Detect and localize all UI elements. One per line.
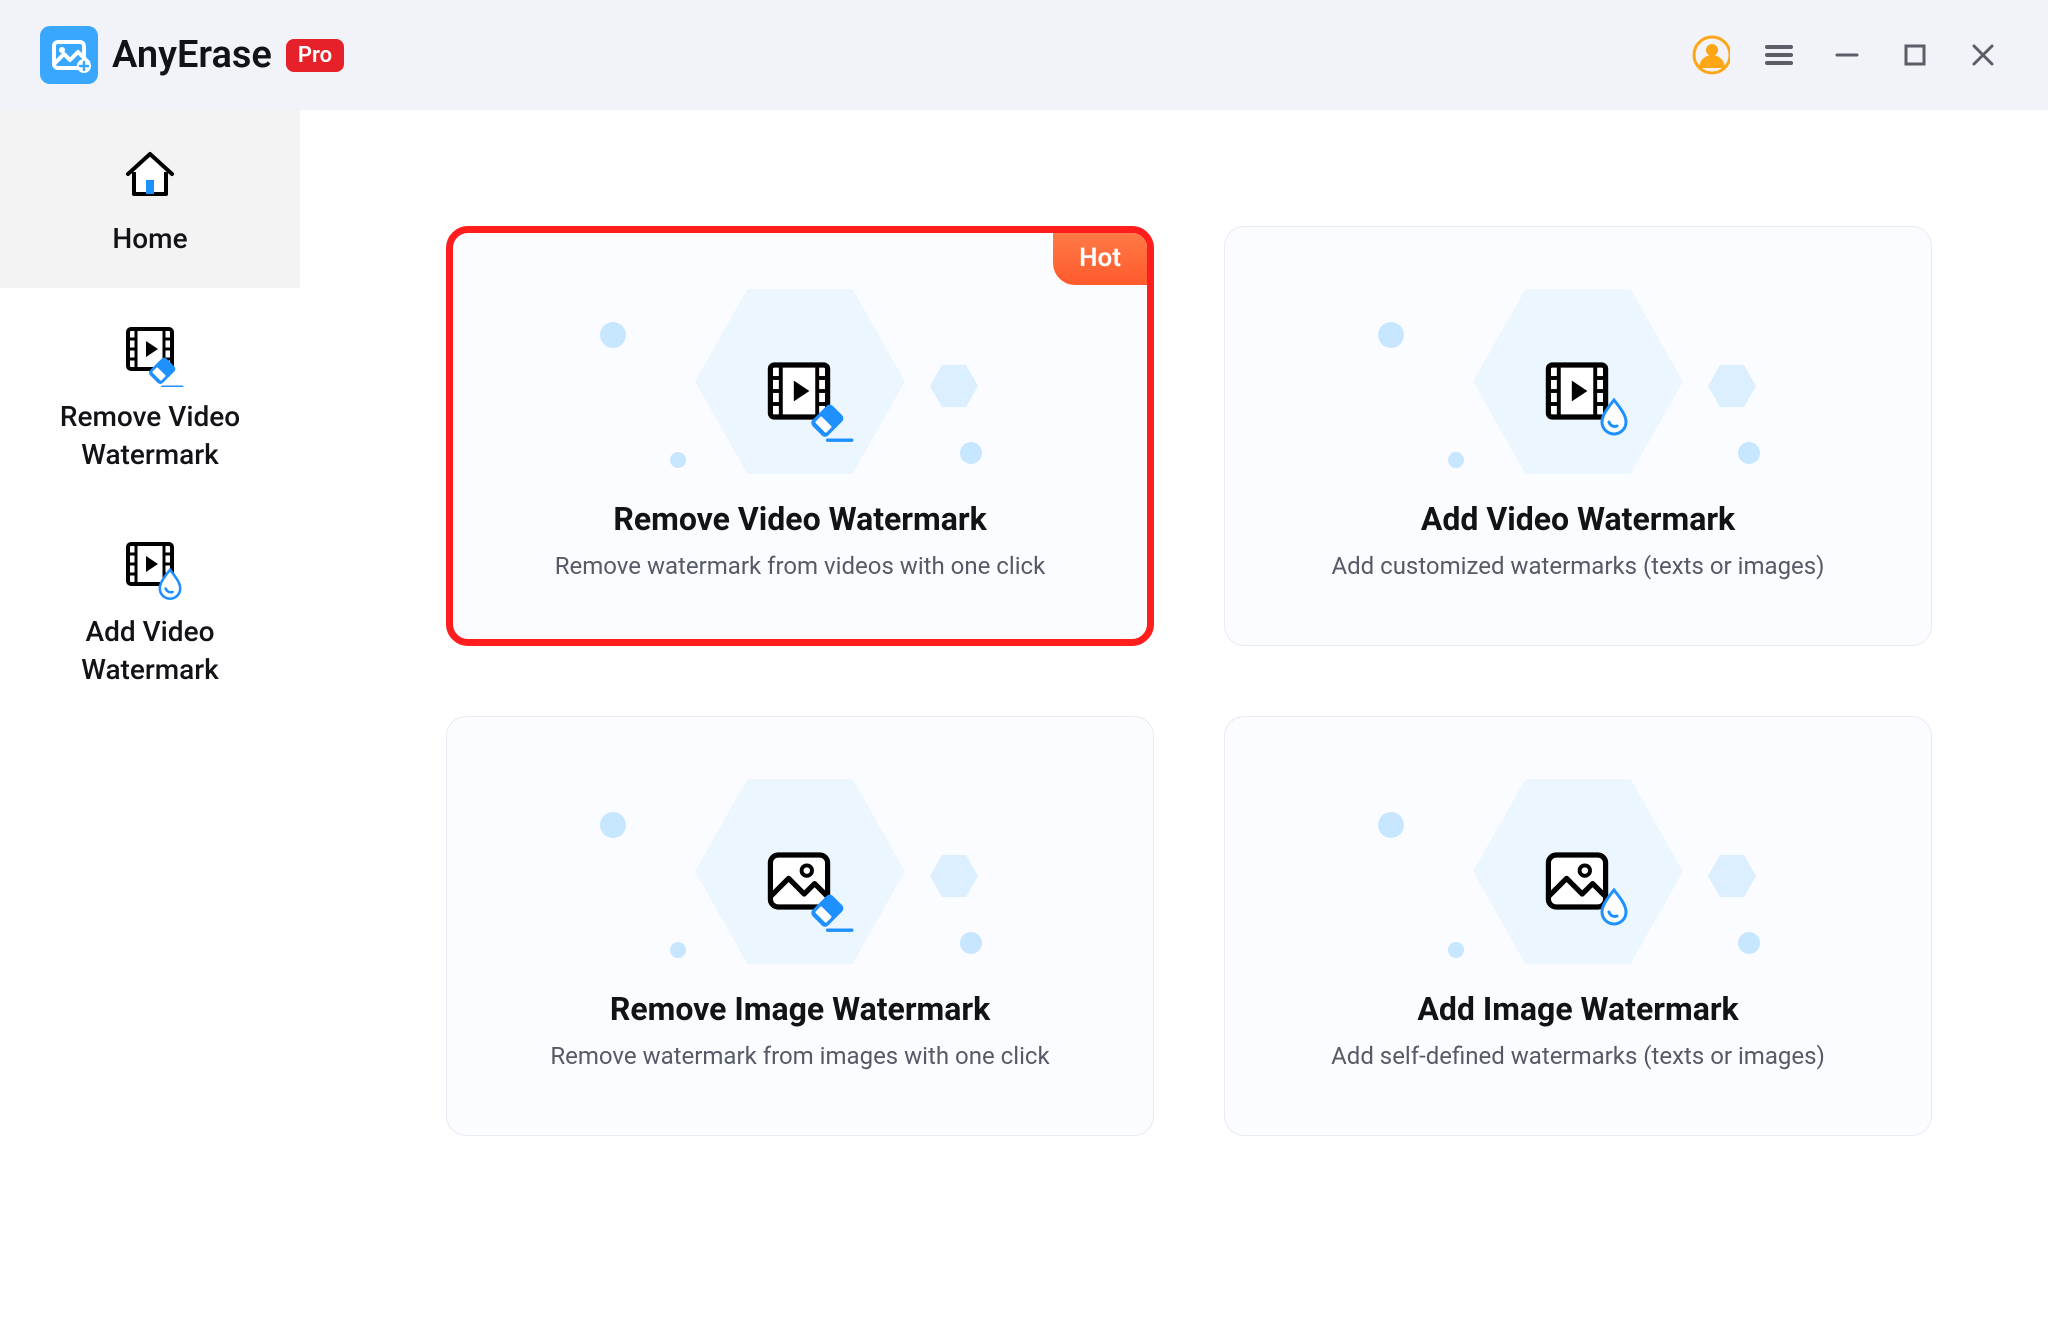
card-title: Remove Video Watermark [613, 500, 986, 538]
card-desc: Add self-defined watermarks (texts or im… [1331, 1042, 1825, 1070]
menu-icon[interactable] [1760, 36, 1798, 74]
sidebar: Home Remove Video Watermark Add Video Wa… [0, 110, 300, 1319]
account-icon[interactable] [1692, 36, 1730, 74]
sidebar-item-add-video-watermark[interactable]: Add Video Watermark [0, 503, 300, 719]
app-logo-icon [40, 26, 98, 84]
card-desc: Add customized watermarks (texts or imag… [1331, 552, 1824, 580]
sidebar-item-label: Add Video Watermark [10, 613, 290, 689]
close-icon[interactable] [1964, 36, 2002, 74]
card-add-image-watermark[interactable]: Add Image Watermark Add self-defined wat… [1224, 716, 1932, 1136]
maximize-icon[interactable] [1896, 36, 1934, 74]
card-add-video-watermark[interactable]: Add Video Watermark Add customized water… [1224, 226, 1932, 646]
titlebar: AnyErase Pro [0, 0, 2048, 110]
video-drop-icon [10, 531, 290, 603]
card-icon [1518, 292, 1638, 492]
window-controls [1692, 36, 2002, 74]
card-remove-video-watermark[interactable]: Hot Remove Video Watermark Remove waterm… [446, 226, 1154, 646]
card-icon [740, 782, 860, 982]
video-erase-icon [10, 316, 290, 388]
main-area: Hot Remove Video Watermark Remove waterm… [300, 110, 2048, 1319]
card-icon [1518, 782, 1638, 982]
sidebar-item-label: Remove Video Watermark [10, 398, 290, 474]
card-desc: Remove watermark from videos with one cl… [555, 552, 1046, 580]
brand: AnyErase Pro [40, 26, 344, 84]
home-icon [10, 138, 290, 210]
minimize-icon[interactable] [1828, 36, 1866, 74]
card-icon [740, 292, 860, 492]
card-title: Add Video Watermark [1421, 500, 1735, 538]
card-remove-image-watermark[interactable]: Remove Image Watermark Remove watermark … [446, 716, 1154, 1136]
card-title: Remove Image Watermark [610, 990, 990, 1028]
app-name: AnyErase [112, 33, 272, 77]
pro-badge: Pro [286, 39, 344, 72]
card-title: Add Image Watermark [1417, 990, 1738, 1028]
sidebar-item-remove-video-watermark[interactable]: Remove Video Watermark [0, 288, 300, 504]
hot-badge: Hot [1053, 233, 1147, 285]
card-desc: Remove watermark from images with one cl… [550, 1042, 1049, 1070]
sidebar-item-label: Home [10, 220, 290, 258]
sidebar-item-home[interactable]: Home [0, 110, 300, 288]
